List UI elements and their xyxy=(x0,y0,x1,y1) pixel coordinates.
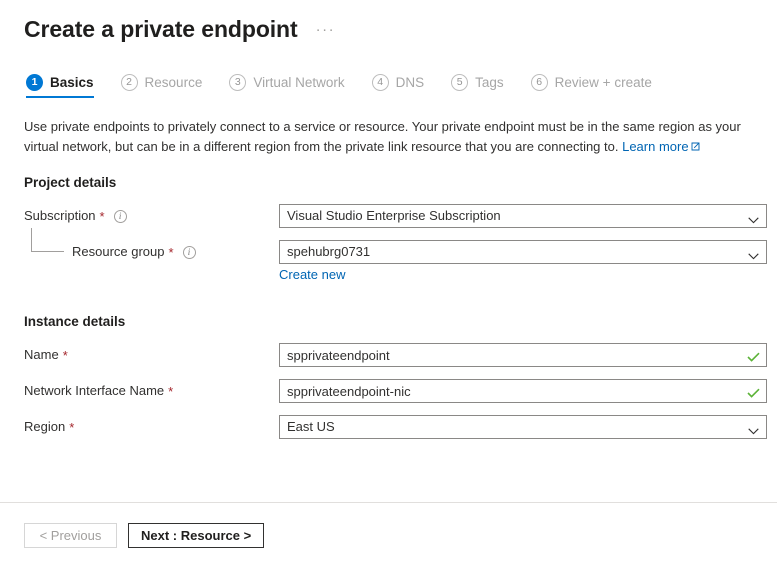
step-number-1: 1 xyxy=(26,74,43,91)
resource-group-value: spehubrg0731 xyxy=(287,241,370,263)
section-spacer xyxy=(24,294,753,314)
tab-resource[interactable]: 2 Resource xyxy=(121,74,203,98)
tab-virtual-network[interactable]: 3 Virtual Network xyxy=(229,74,344,98)
subscription-label: Subscription * i xyxy=(24,204,279,228)
field-row-subscription: Subscription * i Visual Studio Enterpris… xyxy=(24,204,753,228)
subscription-label-text: Subscription xyxy=(24,204,96,228)
step-number-4: 4 xyxy=(372,74,389,91)
field-row-resource-group: Resource group * i spehubrg0731 Create n… xyxy=(24,240,753,282)
subscription-required-marker: * xyxy=(100,210,105,223)
wizard-footer: < Previous Next : Resource > xyxy=(24,523,264,548)
page-header: Create a private endpoint ··· xyxy=(0,0,777,44)
wizard-tab-list: 1 Basics 2 Resource 3 Virtual Network 4 … xyxy=(0,74,777,106)
region-label-text: Region xyxy=(24,415,65,439)
instance-details-heading: Instance details xyxy=(24,314,753,329)
subscription-dropdown[interactable]: Visual Studio Enterprise Subscription xyxy=(279,204,767,228)
footer-divider xyxy=(0,502,777,503)
tab-tags[interactable]: 5 Tags xyxy=(451,74,504,98)
basics-form: Project details Subscription * i Visual … xyxy=(0,175,777,439)
network-interface-name-label-text: Network Interface Name xyxy=(24,379,164,403)
field-row-network-interface-name: Network Interface Name * xyxy=(24,379,753,403)
info-icon[interactable]: i xyxy=(183,246,196,259)
tab-label-basics: Basics xyxy=(50,75,94,90)
page-title: Create a private endpoint xyxy=(24,14,298,44)
region-dropdown[interactable]: East US xyxy=(279,415,767,439)
tab-label-dns: DNS xyxy=(396,75,425,90)
network-interface-name-control xyxy=(279,379,767,403)
tab-label-tags: Tags xyxy=(475,75,504,90)
create-new-resource-group-link[interactable]: Create new xyxy=(279,267,345,282)
step-number-3: 3 xyxy=(229,74,246,91)
previous-button[interactable]: < Previous xyxy=(24,523,117,548)
name-label-text: Name xyxy=(24,343,59,367)
tab-label-resource: Resource xyxy=(145,75,203,90)
tree-connector-line xyxy=(31,228,64,252)
name-control xyxy=(279,343,767,367)
region-label: Region * xyxy=(24,415,279,439)
resource-group-label: Resource group * i xyxy=(24,240,279,264)
step-number-5: 5 xyxy=(451,74,468,91)
region-value: East US xyxy=(287,416,335,438)
tab-label-review-create: Review + create xyxy=(555,75,652,90)
field-row-region: Region * East US xyxy=(24,415,753,439)
resource-group-control: spehubrg0731 Create new xyxy=(279,240,767,282)
resource-group-dropdown[interactable]: spehubrg0731 xyxy=(279,240,767,264)
network-interface-name-required-marker: * xyxy=(168,385,173,398)
more-options-icon[interactable]: ··· xyxy=(316,24,336,36)
name-label: Name * xyxy=(24,343,279,367)
project-details-heading: Project details xyxy=(24,175,753,190)
network-interface-name-input[interactable] xyxy=(279,379,767,403)
network-interface-name-label: Network Interface Name * xyxy=(24,379,279,403)
tab-dns[interactable]: 4 DNS xyxy=(372,74,425,98)
resource-group-required-marker: * xyxy=(169,246,174,259)
step-number-2: 2 xyxy=(121,74,138,91)
learn-more-link[interactable]: Learn more xyxy=(622,139,688,154)
tab-label-virtual-network: Virtual Network xyxy=(253,75,344,90)
next-resource-button[interactable]: Next : Resource > xyxy=(128,523,264,548)
step-number-6: 6 xyxy=(531,74,548,91)
external-link-icon xyxy=(691,137,700,146)
name-input[interactable] xyxy=(279,343,767,367)
tab-review-create[interactable]: 6 Review + create xyxy=(531,74,652,98)
subscription-value: Visual Studio Enterprise Subscription xyxy=(287,205,501,227)
region-required-marker: * xyxy=(69,421,74,434)
subscription-control: Visual Studio Enterprise Subscription xyxy=(279,204,767,228)
page-description: Use private endpoints to privately conne… xyxy=(24,117,753,157)
region-control: East US xyxy=(279,415,767,439)
tab-basics[interactable]: 1 Basics xyxy=(26,74,94,98)
field-row-name: Name * xyxy=(24,343,753,367)
resource-group-label-text: Resource group xyxy=(72,240,165,264)
name-required-marker: * xyxy=(63,349,68,362)
info-icon[interactable]: i xyxy=(114,210,127,223)
